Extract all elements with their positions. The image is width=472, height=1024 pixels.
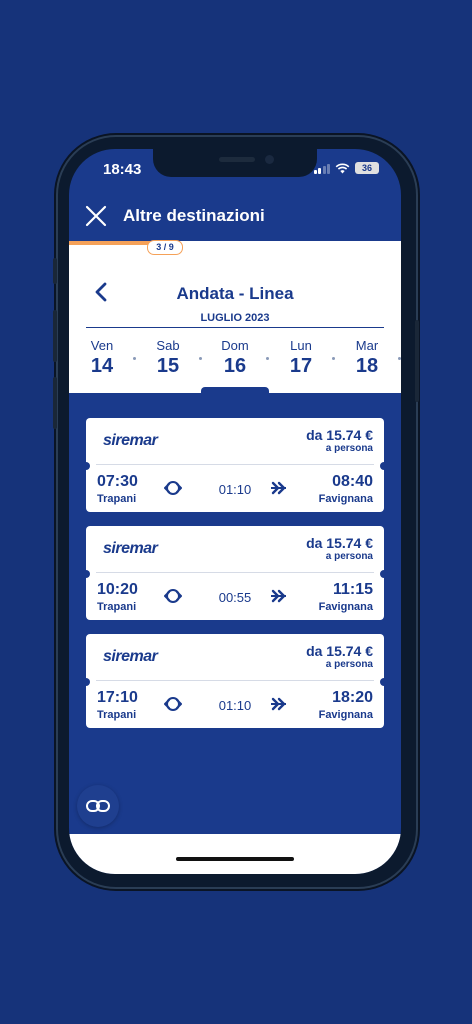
day-item[interactable]: Lun 17	[276, 338, 326, 378]
day-item-selected[interactable]: Dom 16	[210, 338, 260, 378]
month-label: LUGLIO 2023	[200, 312, 270, 324]
date-selector-panel: Andata - Linea LUGLIO 2023 Ven 14 Sab 15…	[69, 242, 401, 393]
wifi-icon	[335, 163, 350, 173]
app-header: Altre destinazioni	[69, 201, 401, 241]
progress-bar	[69, 241, 401, 245]
arrival-port: Favignana	[318, 601, 373, 613]
day-item[interactable]: Mar 18	[342, 338, 392, 378]
speaker	[219, 157, 255, 162]
day-date: 16	[223, 355, 247, 377]
trip-card[interactable]: siremar da 15.74 € a persona 07:30 Trapa…	[82, 418, 388, 512]
route-title: Andata - Linea	[176, 284, 294, 303]
app-screen: 18:43 36 Altre destinazioni Andata - Lin…	[69, 149, 401, 874]
arrival-time: 18:20	[332, 689, 373, 706]
progress-badge: 3 / 9	[147, 240, 183, 255]
day-item[interactable]: Ven 14	[77, 338, 127, 378]
trip-price: da 15.74 €	[306, 427, 373, 443]
link-button[interactable]	[77, 785, 119, 827]
home-indicator[interactable]	[176, 857, 294, 861]
day-separator	[266, 357, 269, 360]
day-name: Mar	[355, 338, 379, 353]
card-divider	[96, 680, 374, 681]
signal-icon	[313, 163, 330, 174]
trip-card[interactable]: siremar da 15.74 € a persona 10:20 Trapa…	[82, 526, 388, 620]
day-name: Lun	[290, 338, 312, 353]
battery-indicator: 36	[355, 162, 379, 174]
header-title: Altre destinazioni	[123, 206, 265, 225]
selected-day-indicator	[201, 387, 269, 394]
double-chevron-right-icon	[271, 589, 286, 603]
volume-down-button	[53, 377, 57, 429]
bottom-sheet	[69, 834, 401, 874]
close-icon[interactable]	[85, 205, 107, 227]
arrival-time: 11:15	[332, 581, 373, 598]
price-note: a persona	[325, 443, 373, 454]
day-date: 15	[156, 355, 180, 377]
day-name: Dom	[221, 338, 249, 353]
double-chevron-right-icon	[271, 697, 286, 711]
price-note: a persona	[325, 551, 373, 562]
camera	[265, 155, 274, 164]
day-date: 14	[90, 355, 114, 377]
day-separator	[398, 357, 401, 360]
mute-switch	[53, 258, 57, 284]
power-button	[415, 320, 419, 402]
volume-up-button	[53, 310, 57, 362]
double-chevron-right-icon	[271, 481, 286, 495]
status-time: 18:43	[103, 161, 142, 178]
arrival-port: Favignana	[318, 493, 373, 505]
day-separator	[199, 357, 202, 360]
status-icons: 36	[313, 162, 379, 174]
notch	[153, 149, 317, 177]
trip-price: da 15.74 €	[306, 643, 373, 659]
operator-logo: siremar	[103, 432, 158, 449]
link-icon	[86, 800, 110, 812]
day-date: 18	[355, 355, 379, 377]
trip-card[interactable]: siremar da 15.74 € a persona 17:10 Trapa…	[82, 634, 388, 728]
operator-logo: siremar	[103, 540, 158, 557]
price-note: a persona	[325, 659, 373, 670]
day-name: Sab	[156, 338, 180, 353]
day-item[interactable]: Sab 15	[143, 338, 193, 378]
operator-logo: siremar	[103, 648, 158, 665]
arrival-port: Favignana	[318, 709, 373, 721]
arrival-time: 08:40	[332, 473, 373, 490]
day-separator	[133, 357, 136, 360]
card-divider	[96, 464, 374, 465]
day-separator	[332, 357, 335, 360]
day-date: 17	[289, 355, 313, 377]
month-divider	[86, 327, 384, 328]
card-divider	[96, 572, 374, 573]
day-name: Ven	[90, 338, 114, 353]
trip-price: da 15.74 €	[306, 535, 373, 551]
